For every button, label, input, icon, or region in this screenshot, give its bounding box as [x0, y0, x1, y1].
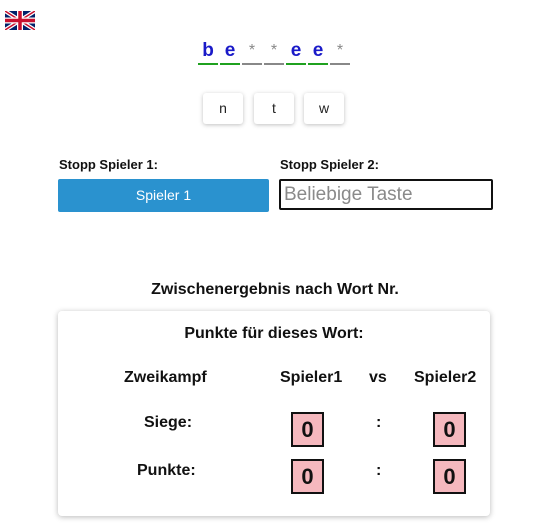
- points-player1-score: 0: [291, 459, 324, 494]
- word-slot: e: [308, 40, 328, 65]
- player1-stop-button[interactable]: Spieler 1: [58, 179, 269, 212]
- wins-separator: :: [376, 414, 382, 431]
- word-display: b e * * e e *: [198, 40, 352, 65]
- header-vs: vs: [369, 369, 387, 386]
- uk-flag-icon[interactable]: [5, 11, 35, 30]
- points-separator: :: [376, 462, 382, 479]
- header-duel: Zweikampf: [124, 369, 207, 386]
- score-card: Punkte für dieses Wort: Zweikampf Spiele…: [58, 311, 490, 516]
- player2-key-input[interactable]: [279, 179, 493, 210]
- header-player1: Spieler1: [280, 369, 343, 386]
- row-label-wins: Siege:: [144, 414, 193, 431]
- word-slot: *: [242, 40, 262, 65]
- letter-button-n[interactable]: n: [203, 93, 243, 124]
- letter-button-t[interactable]: t: [254, 93, 294, 124]
- result-title: Zwischenergebnis nach Wort Nr.: [151, 281, 399, 298]
- word-slot: *: [330, 40, 350, 65]
- points-player2-score: 0: [433, 459, 466, 494]
- header-player2: Spieler2: [414, 369, 477, 386]
- word-slot: *: [264, 40, 284, 65]
- wins-player2-score: 0: [433, 412, 466, 447]
- stop-player1-label: Stopp Spieler 1:: [59, 157, 158, 172]
- card-title: Punkte für dieses Wort:: [184, 325, 364, 342]
- word-slot: e: [220, 40, 240, 65]
- word-slot: b: [198, 40, 218, 65]
- wins-player1-score: 0: [291, 412, 324, 447]
- letter-button-w[interactable]: w: [304, 93, 344, 124]
- stop-player2-label: Stopp Spieler 2:: [280, 157, 379, 172]
- word-slot: e: [286, 40, 306, 65]
- row-label-points: Punkte:: [137, 462, 196, 479]
